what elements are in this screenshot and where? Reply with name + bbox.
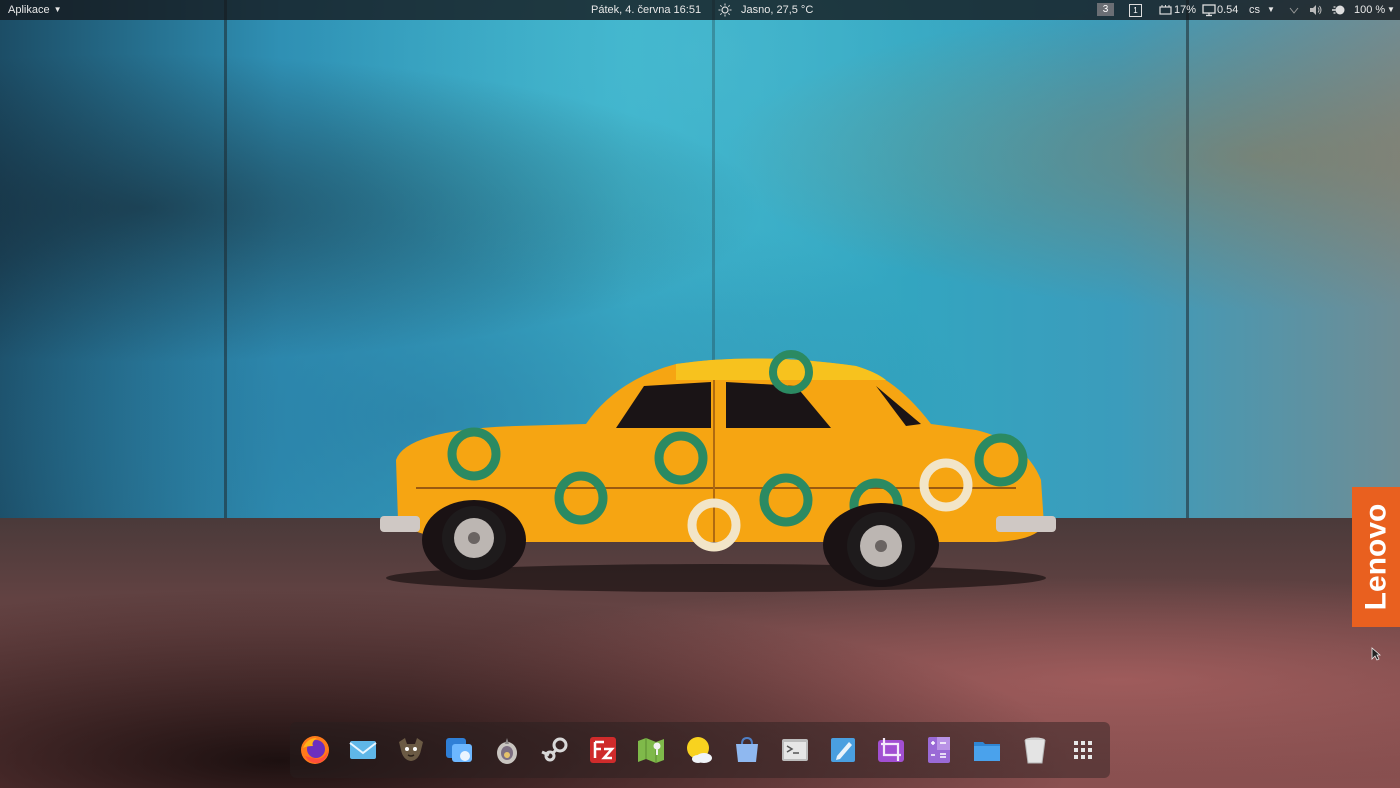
wall-seam [1186,0,1189,520]
virtualbox-icon[interactable] [443,734,475,766]
steam-icon[interactable] [539,734,571,766]
files-icon[interactable] [971,734,1003,766]
maps-icon[interactable] [635,734,667,766]
gimp-icon[interactable] [395,734,427,766]
monitor-icon[interactable] [1202,3,1216,17]
tor-icon[interactable] [491,734,523,766]
wall-seam [224,0,227,520]
trash-icon[interactable] [1019,734,1051,766]
desktop: Lenovo Aplikace ▼ Pátek, 4. června 16:51 … [0,0,1400,788]
app-grid-icon[interactable] [1067,734,1099,766]
lenovo-brand-tab: Lenovo [1352,487,1400,627]
wallpaper-car [380,350,1056,592]
battery-level-label[interactable]: 100 % [1354,0,1385,20]
weather-icon[interactable] [683,734,715,766]
memory-icon[interactable] [1159,3,1172,17]
calculator-icon[interactable] [923,734,955,766]
workspace-indicator-other[interactable]: 1 [1129,4,1142,17]
dock [290,722,1110,778]
chevron-down-icon[interactable]: ▼ [1267,0,1275,20]
terminal-icon[interactable] [779,734,811,766]
screenshot-crop-icon[interactable] [875,734,907,766]
network-icon[interactable] [1289,3,1299,17]
mouse-pointer-icon [1371,647,1381,661]
memory-usage-label[interactable]: 17% [1174,0,1196,20]
keyboard-layout-indicator[interactable]: cs [1249,0,1260,20]
appcenter-icon[interactable] [731,734,763,766]
workspace-indicator-current[interactable]: 3 [1097,3,1114,16]
applications-menu-label: Aplikace [8,4,50,16]
top-panel: Aplikace ▼ Pátek, 4. června 16:51 Jasno, … [0,0,1400,20]
sun-icon[interactable] [718,3,732,17]
lenovo-logo-text: Lenovo [1359,503,1393,611]
mail-icon[interactable] [347,734,379,766]
applications-menu-button[interactable]: Aplikace ▼ [8,0,62,20]
filezilla-icon[interactable] [587,734,619,766]
date-time-indicator[interactable]: Pátek, 4. června 16:51 [591,0,701,20]
volume-icon[interactable] [1309,3,1323,17]
cpu-load-label[interactable]: 0.54 [1217,0,1238,20]
firefox-icon[interactable] [299,734,331,766]
chevron-down-icon: ▼ [53,5,62,15]
weather-indicator[interactable]: Jasno, 27,5 °C [741,0,813,20]
text-editor-icon[interactable] [827,734,859,766]
power-icon[interactable] [1331,3,1347,17]
chevron-down-icon[interactable]: ▼ [1387,0,1395,20]
